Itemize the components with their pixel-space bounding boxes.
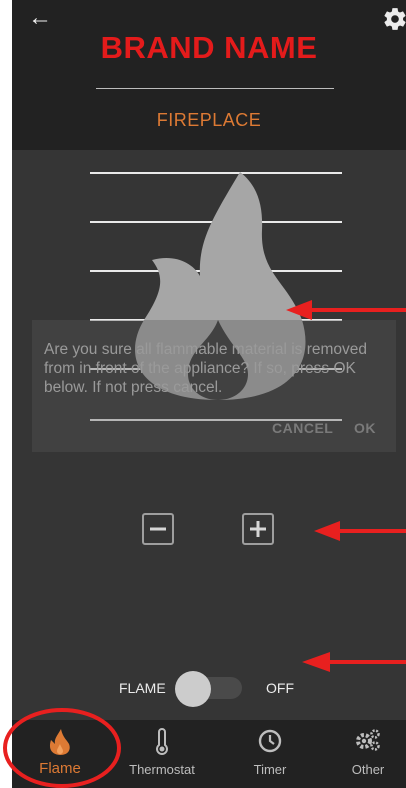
thermometer-icon <box>156 728 168 755</box>
bottom-nav: Flame Thermostat Timer Other <box>12 720 406 788</box>
increase-button[interactable] <box>242 513 274 545</box>
cancel-button[interactable]: CANCEL <box>272 420 333 436</box>
toggle-knob[interactable] <box>175 671 211 707</box>
gears-icon <box>356 729 380 751</box>
ok-button[interactable]: OK <box>354 420 376 436</box>
toggle-state: OFF <box>266 680 294 696</box>
nav-item-flame[interactable]: Flame <box>18 720 102 788</box>
nav-label-other: Other <box>351 762 385 777</box>
nav-item-thermostat[interactable]: Thermostat <box>120 720 204 788</box>
nav-label-thermostat: Thermostat <box>129 762 195 777</box>
minus-icon <box>150 527 166 531</box>
nav-label-timer: Timer <box>253 762 287 777</box>
brand-title: BRAND NAME <box>100 30 318 65</box>
arrow-left-icon[interactable]: ← <box>28 6 52 30</box>
nav-item-other[interactable]: Other <box>330 720 406 788</box>
gear-icon-graphic <box>384 8 406 30</box>
nav-label-flame: Flame <box>39 760 81 777</box>
flame-icon <box>49 729 70 755</box>
decrease-button[interactable] <box>142 513 174 545</box>
confirm-dialog: Are you sure all flammable material is r… <box>32 320 396 452</box>
app-screen: ← BRAND NAME FIREPLACE Are you sure all … <box>12 0 406 788</box>
clock-icon <box>258 729 282 753</box>
nav-item-timer[interactable]: Timer <box>228 720 312 788</box>
app-header: ← BRAND NAME FIREPLACE <box>12 0 406 150</box>
page-subtitle: FIREPLACE <box>156 110 262 130</box>
flame-toggle-label: FLAME <box>119 680 166 696</box>
header-divider <box>96 88 334 89</box>
plus-icon <box>250 521 266 537</box>
dialog-message: Are you sure all flammable material is r… <box>44 341 368 396</box>
